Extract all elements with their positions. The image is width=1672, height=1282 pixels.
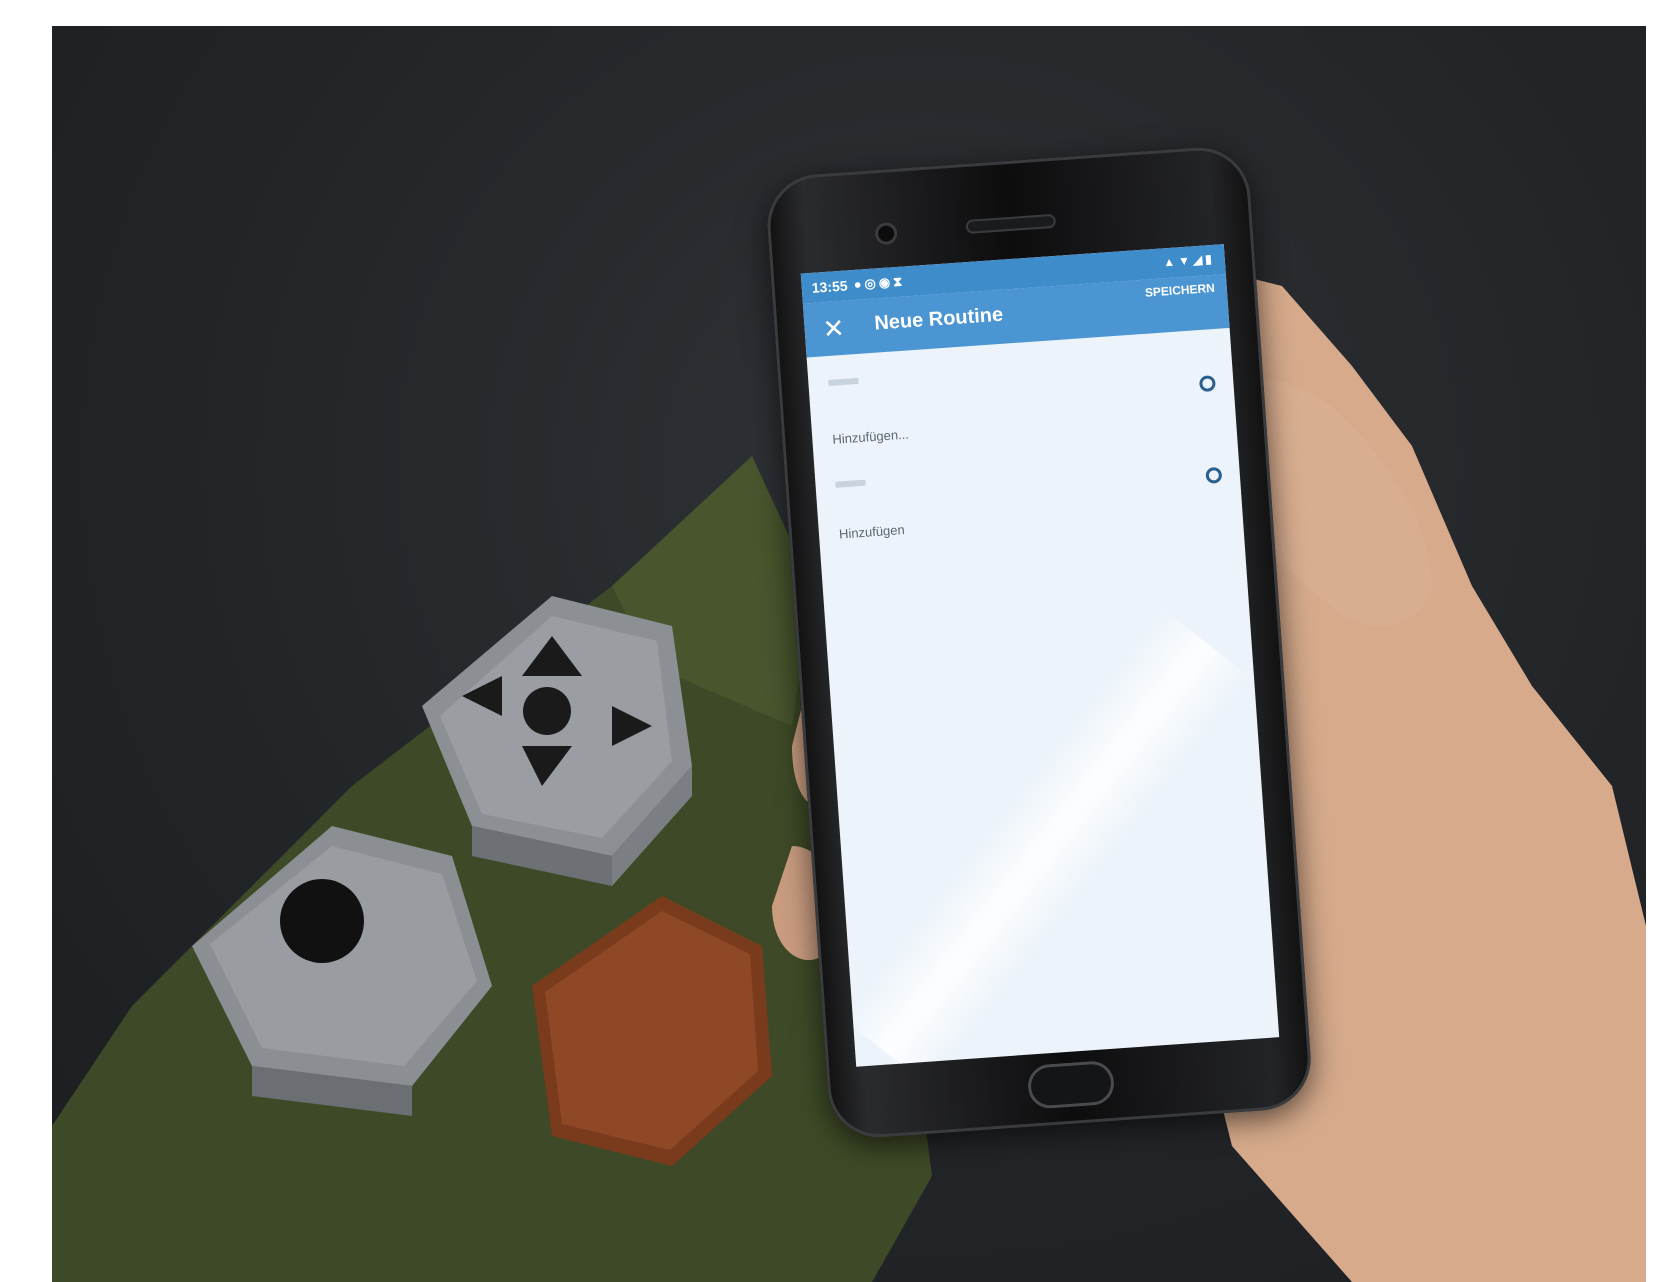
section-label-2: [835, 479, 866, 488]
status-right-icons: ▲▼◢▮: [1163, 252, 1215, 270]
section-label-1: [828, 377, 859, 386]
add-row-1[interactable]: Hinzufügen...: [832, 427, 909, 447]
page-title: Neue Routine: [873, 303, 1004, 335]
phone-screen: 13:55 ●◎◉⧗ ▲▼◢▮ ✕ Neue Routine SPEICHERN…: [800, 244, 1280, 1067]
battery-icon: ▮: [1204, 251, 1216, 267]
hourglass-icon: ⧗: [892, 273, 906, 290]
smartphone: 13:55 ●◎◉⧗ ▲▼◢▮ ✕ Neue Routine SPEICHERN…: [764, 144, 1315, 1141]
add-icon-2[interactable]: [1205, 466, 1223, 484]
add-row-2[interactable]: Hinzufügen: [839, 522, 906, 542]
whatsapp-icon: ◎: [863, 275, 880, 292]
status-time: 13:55: [811, 277, 849, 296]
close-icon[interactable]: ✕: [822, 313, 846, 344]
bell-icon: ▲: [1162, 254, 1179, 270]
add-icon-1[interactable]: [1198, 375, 1216, 393]
screen-glare: [843, 609, 1250, 1067]
status-left-icons: ●◎◉⧗: [853, 273, 906, 293]
app-icon: ◉: [878, 274, 894, 291]
photo: 13:55 ●◎◉⧗ ▲▼◢▮ ✕ Neue Routine SPEICHERN…: [52, 26, 1646, 1282]
save-button[interactable]: SPEICHERN: [1144, 281, 1215, 300]
wifi-icon: ▼: [1177, 253, 1194, 269]
home-button[interactable]: [1026, 1059, 1116, 1110]
